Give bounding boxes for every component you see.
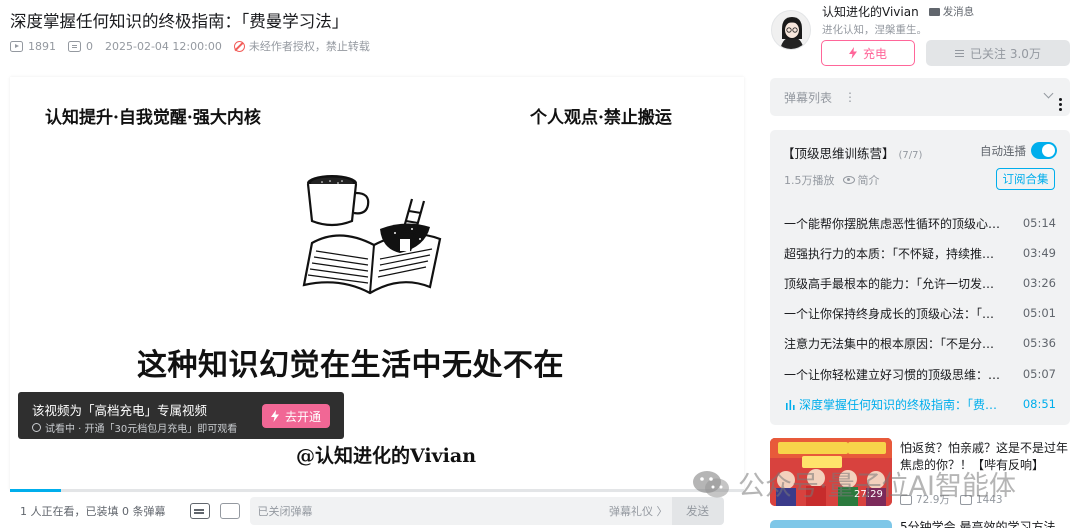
playlist-item-duration: 05:14 [1022,216,1056,230]
play-count-icon [10,40,23,52]
playlist-item-current[interactable]: 深度掌握任何知识的终极指南：「费… 08:51 [784,394,1056,414]
video-player[interactable]: 认知提升·自我觉醒·强大内核 个人观点·禁止搬运 这种知识幻觉在生活中无处不在 … [10,77,744,490]
charge-label: 充电 [862,46,887,61]
danmaku-list-more-icon[interactable]: ⋮ [844,90,856,104]
playlist-item-title-text: 深度掌握任何知识的终极指南：「费… [799,397,998,412]
recommendation-title-2[interactable]: 5分钟学会 最高效的学习方法 [900,518,1055,528]
lightning-icon [848,47,857,59]
frame-signature: @认知进化的Vivian [296,445,477,467]
menu-icon [955,49,965,57]
copyright-notice: 未经作者授权，禁止转载 [233,38,370,54]
playlist-item-duration: 05:01 [1022,306,1056,320]
playlist-title: 【顶级思维训练营】 [782,146,895,161]
watermark: 公众号·量子位AI智能体 [692,464,1016,503]
playlist-item[interactable]: 一个让你轻松建立好习惯的顶级思维：… 05:07 [784,364,1056,384]
playlist-item-title: 一个让你轻松建立好习惯的顶级思维：… [784,367,1001,382]
danmaku-etiquette-link[interactable]: 弹幕礼仪 〉 [609,503,668,519]
wechat-logo-icon [693,470,729,497]
progress-bar[interactable] [10,489,744,492]
clock-icon [32,423,41,432]
playlist-item-title: 一个能帮你摆脱焦虑恶性循环的顶级心… [784,216,1001,231]
playlist-item-title: 顶级高手最根本的能力：「允许一切发… [784,276,995,291]
playlist-item-duration: 05:36 [1022,336,1056,350]
forbidden-icon [233,40,245,52]
playlist-stats: 1.5万播放 简介 [784,172,880,188]
watermark-text: 公众号·量子位AI智能体 [738,471,1017,502]
danmaku-icon [68,40,81,52]
danmaku-count-value: 0 [86,39,93,53]
premium-notice-title: 该视频为「高档充电」专属视频 [32,403,208,418]
playlist-item-duration: 03:49 [1022,246,1056,260]
view-count-value: 1891 [28,39,56,53]
danmaku-toggle-icon[interactable] [189,503,210,519]
playlist-item[interactable]: 注意力无法集中的根本原因：「不是分… 05:36 [784,333,1056,353]
playlist-item-duration: 08:51 [1022,397,1056,411]
premium-notice-subtitle-text: 试看中 · 开通「30元档包月充电」即可观看 [45,424,238,435]
eye-icon [842,176,855,184]
danmaku-count: 0 [68,40,93,53]
frame-caption-right: 个人观点·禁止搬运 [530,108,672,128]
progress-fill [10,489,62,492]
now-playing-icon [786,399,795,410]
video-title: 深度掌握任何知识的终极指南：「费曼学习法」 [10,12,349,31]
playlist-item-duration: 03:26 [1022,276,1056,290]
uploader-name[interactable]: 认知进化的Vivian [822,3,919,20]
copyright-text: 未经作者授权，禁止转载 [248,40,370,53]
avatar-image [772,11,810,49]
publish-date: 2025-02-04 12:00:00 [105,39,222,53]
danmaku-list-label: 弹幕列表 [784,90,833,105]
premium-open-label: 去开通 [284,409,321,424]
playlist-panel: 【顶级思维训练营】 (7/7) 自动连播 1.5万播放 简介 订阅合集 一个能帮你… [770,130,1070,425]
playlist-item-title: 深度掌握任何知识的终极指南：「费… [784,396,1016,413]
danmaku-settings-icon[interactable] [219,503,240,519]
playlist-item-title: 超强执行力的本质：「不怀疑，持续推… [784,246,995,261]
video-meta: 1891 0 2025-02-04 12:00:00 未经作者授权，禁止转载 [10,38,382,54]
frame-caption-left: 认知提升·自我觉醒·强大内核 [45,108,261,128]
mail-icon [928,7,940,16]
frame-headline: 这种知识幻觉在生活中无处不在 [137,348,564,383]
playlist-item-title: 一个让你保持终身成长的顶级心法：「… [784,306,995,321]
uploader-description: 进化认知，涅槃重生。 [822,24,927,36]
playlist-intro-link[interactable]: 简介 [858,172,880,188]
subscribe-collection-button[interactable]: 订阅合集 [996,168,1055,190]
premium-open-button[interactable]: 去开通 [262,404,330,428]
autoplay-toggle[interactable] [1031,142,1057,159]
send-message-link[interactable]: 发消息 [928,4,975,19]
view-count: 1891 [10,40,56,53]
playlist-item-title: 注意力无法集中的根本原因：「不是分… [784,336,995,351]
recommendation-thumbnail-2[interactable] [770,520,892,528]
playlist-item[interactable]: 超强执行力的本质：「不怀疑，持续推… 03:49 [784,243,1056,263]
playlist-item[interactable]: 一个让你保持终身成长的顶级心法：「… 05:01 [784,303,1056,323]
video-page: 深度掌握任何知识的终极指南：「费曼学习法」 1891 0 2025-02-04 … [0,0,1080,528]
playlist-plays: 1.5万播放 [784,174,835,187]
uploader-name-row: 认知进化的Vivian 发消息 [822,3,974,20]
followed-button[interactable]: 已关注 3.0万 [926,40,1070,66]
viewer-count: 1 人正在看，已装填 0 条弹幕 [20,505,166,518]
more-options-icon[interactable] [1059,98,1062,111]
danmaku-list-header[interactable]: 弹幕列表 ⋮ [770,78,1070,116]
send-message-label: 发消息 [942,6,975,18]
danmaku-input[interactable]: 已关闭弹幕 弹幕礼仪 〉 [249,497,676,525]
chevron-down-icon[interactable] [1043,88,1054,99]
book-and-coffee-illustration [302,175,442,295]
danmaku-bar: 1 人正在看，已装填 0 条弹幕 已关闭弹幕 弹幕礼仪 〉 发送 [10,496,744,526]
playlist-item-duration: 05:07 [1022,367,1056,381]
uploader-avatar[interactable] [771,10,811,50]
playlist-item[interactable]: 一个能帮你摆脱焦虑恶性循环的顶级心… 05:14 [784,213,1056,233]
charge-button[interactable]: 充电 [821,40,915,66]
premium-notice-subtitle: 试看中 · 开通「30元档包月充电」即可观看 [32,420,237,435]
followed-label: 已关注 3.0万 [970,46,1041,61]
autoplay-label: 自动连播 [980,144,1026,158]
playlist-title-row[interactable]: 【顶级思维训练营】 (7/7) [782,143,922,162]
danmaku-input-placeholder: 已关闭弹幕 [257,505,313,518]
playlist-item[interactable]: 顶级高手最根本的能力：「允许一切发… 03:26 [784,273,1056,293]
playlist-count: (7/7) [898,150,923,161]
premium-notice: 该视频为「高档充电」专属视频 试看中 · 开通「30元档包月充电」即可观看 去开… [18,392,344,439]
lightning-icon [270,410,279,422]
